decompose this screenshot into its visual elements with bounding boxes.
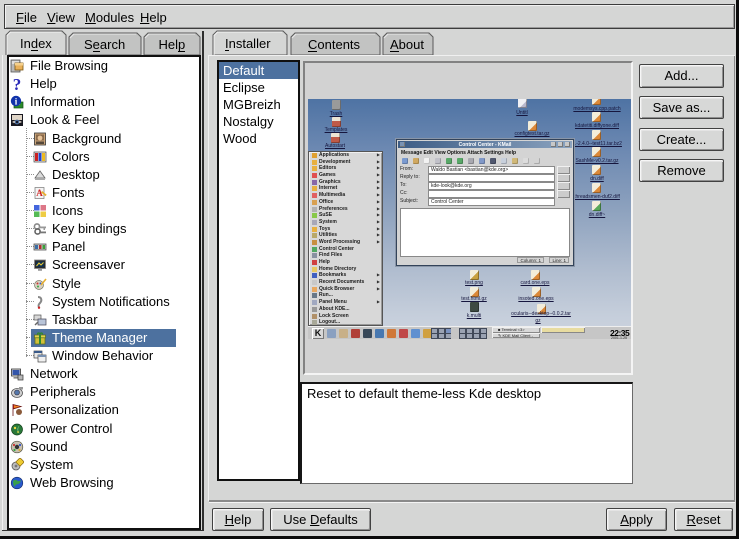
svg-text:Installer: Installer [225, 36, 271, 51]
svg-text:Index: Index [20, 36, 52, 51]
svg-text:?: ? [13, 77, 22, 91]
svg-text:Search: Search [84, 37, 125, 52]
svg-text:Help: Help [159, 37, 186, 52]
svg-text:Contents: Contents [308, 37, 361, 52]
svg-text:About: About [390, 37, 424, 52]
